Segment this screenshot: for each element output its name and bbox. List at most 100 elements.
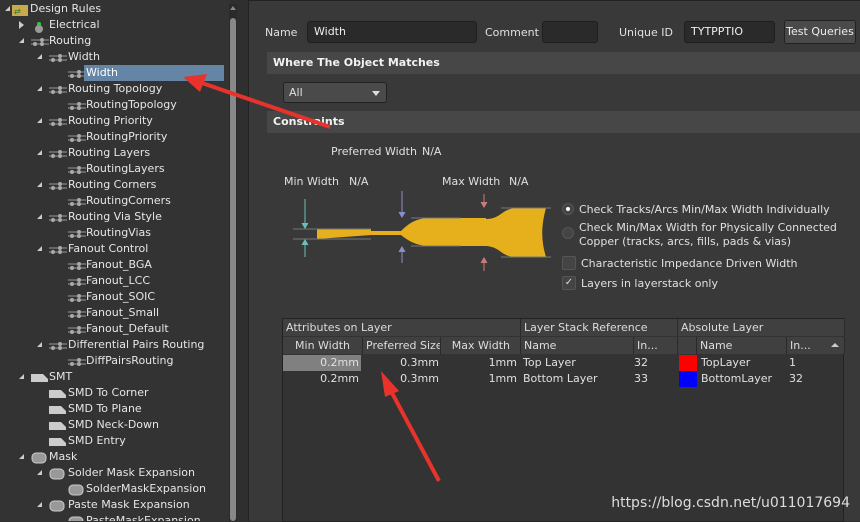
rule-icon [31,36,49,46]
cell-stack-index[interactable]: 33 [634,371,674,387]
layerstack-only-checkbox[interactable]: ✓ [562,276,576,290]
col-min-width[interactable]: Min Width [283,337,363,354]
collapse-arrow-icon[interactable] [37,470,42,475]
tree-item[interactable]: PasteMaskExpansion [0,513,230,521]
col-abs-index[interactable]: In... [787,337,845,354]
mask-icon [31,452,47,464]
tree-item-label: RoutingVias [86,226,151,239]
max-width-value: N/A [509,175,529,188]
tree-item[interactable]: Routing Topology [0,81,230,97]
col-color[interactable] [678,337,697,354]
tree-item[interactable]: ⇄ Design Rules [0,1,230,17]
design-rules-tree[interactable]: ⇄ Design Rules Electrical Routing Width Width… [0,0,230,521]
rule-icon [68,68,86,78]
check-connected-copper-radio[interactable] [562,227,574,239]
col-stack-name[interactable]: Name [521,337,634,354]
collapse-arrow-icon[interactable] [37,118,42,123]
tree-item[interactable]: Fanout_Small [0,305,230,321]
tree-item[interactable]: Routing [0,33,230,49]
tree-item[interactable]: Mask [0,449,230,465]
tree-item[interactable]: Electrical [0,17,230,33]
tree-item[interactable]: Paste Mask Expansion [0,497,230,513]
col-preferred-size[interactable]: Preferred Size [363,337,441,354]
tree-item[interactable]: RoutingPriority [0,129,230,145]
collapse-arrow-icon[interactable] [5,6,10,11]
tree-item[interactable]: SMD Neck-Down [0,417,230,433]
col-stack-index[interactable]: In... [634,337,678,354]
layer-color-swatch [679,371,697,387]
cell-min[interactable]: 0.2mm [283,355,361,371]
tree-item[interactable]: Solder Mask Expansion [0,465,230,481]
test-queries-button[interactable]: Test Queries [784,20,856,44]
tree-item[interactable]: Fanout_BGA [0,257,230,273]
tree-item[interactable]: DiffPairsRouting [0,353,230,369]
tree-item[interactable]: Fanout_LCC [0,273,230,289]
tree-item[interactable]: RoutingLayers [0,161,230,177]
tree-item[interactable]: SMD To Corner [0,385,230,401]
cell-abs-name[interactable]: BottomLayer [701,371,787,387]
tree-item-label: Routing Layers [68,146,151,159]
cell-pref[interactable]: 0.3mm [363,371,441,387]
preferred-width-value: N/A [422,145,442,158]
collapse-arrow-icon[interactable] [37,502,42,507]
cell-stack-name[interactable]: Bottom Layer [523,371,633,387]
cell-stack-index[interactable]: 32 [634,355,674,371]
check-individually-radio[interactable] [562,203,574,215]
tree-item[interactable]: SolderMaskExpansion [0,481,230,497]
tree-item-label: SMT [49,370,73,383]
cell-max[interactable]: 1mm [441,355,519,371]
cell-pref[interactable]: 0.3mm [363,355,441,371]
collapse-arrow-icon[interactable] [37,214,42,219]
tree-item[interactable]: Width [0,49,230,65]
cell-min[interactable]: 0.2mm [283,371,361,387]
name-input[interactable]: Width [307,21,477,43]
tree-item[interactable]: Routing Priority [0,113,230,129]
col-max-width[interactable]: Max Width [441,337,521,354]
collapse-arrow-icon[interactable] [37,246,42,251]
cell-max[interactable]: 1mm [441,371,519,387]
collapse-arrow-icon[interactable] [19,454,24,459]
tree-item[interactable]: RoutingCorners [0,193,230,209]
impedance-driven-checkbox[interactable] [562,256,576,270]
collapse-arrow-icon[interactable] [19,38,24,43]
min-width-label: Min Width [284,175,339,188]
tree-item[interactable]: Fanout_SOIC [0,289,230,305]
tree-item[interactable]: Width [0,65,230,81]
cell-abs-index[interactable]: 1 [789,355,839,371]
tree-item-label: RoutingTopology [86,98,177,111]
collapse-arrow-icon[interactable] [37,342,42,347]
tree-item-label: Fanout_LCC [86,274,151,287]
collapse-arrow-icon[interactable] [37,54,42,59]
tree-item[interactable]: SMD To Plane [0,401,230,417]
collapse-arrow-icon[interactable] [37,86,42,91]
chevron-down-icon [372,91,380,96]
collapse-arrow-icon[interactable] [19,374,24,379]
scrollbar-thumb[interactable] [230,18,236,521]
object-match-dropdown[interactable]: All [283,82,387,103]
cell-abs-name[interactable]: TopLayer [701,355,787,371]
tree-item[interactable]: SMT [0,369,230,385]
tree-item[interactable]: RoutingTopology [0,97,230,113]
col-abs-name[interactable]: Name [697,337,787,354]
collapse-arrow-icon[interactable] [37,182,42,187]
tree-item[interactable]: Differential Pairs Routing [0,337,230,353]
tree-item[interactable]: Routing Corners [0,177,230,193]
cell-stack-name[interactable]: Top Layer [523,355,633,371]
tree-item-label: Design Rules [30,2,102,15]
collapse-arrow-icon[interactable] [37,150,42,155]
tree-item[interactable]: SMD Entry [0,433,230,449]
tree-item-label: DiffPairsRouting [86,354,174,367]
tree-item[interactable]: Routing Layers [0,145,230,161]
unique-id-input[interactable]: TYTPPTIO [684,21,775,43]
comment-input[interactable] [542,21,598,43]
tree-item[interactable]: Routing Via Style [0,209,230,225]
cell-abs-index[interactable]: 32 [789,371,839,387]
tree-item[interactable]: Fanout_Default [0,321,230,337]
preferred-width-label: Preferred Width [331,145,417,158]
smt-icon [31,372,48,382]
expand-arrow-icon[interactable] [19,21,24,29]
scroll-up-arrow-icon[interactable] [230,6,236,10]
tree-scrollbar[interactable] [229,4,237,521]
tree-item[interactable]: RoutingVias [0,225,230,241]
tree-item[interactable]: Fanout Control [0,241,230,257]
